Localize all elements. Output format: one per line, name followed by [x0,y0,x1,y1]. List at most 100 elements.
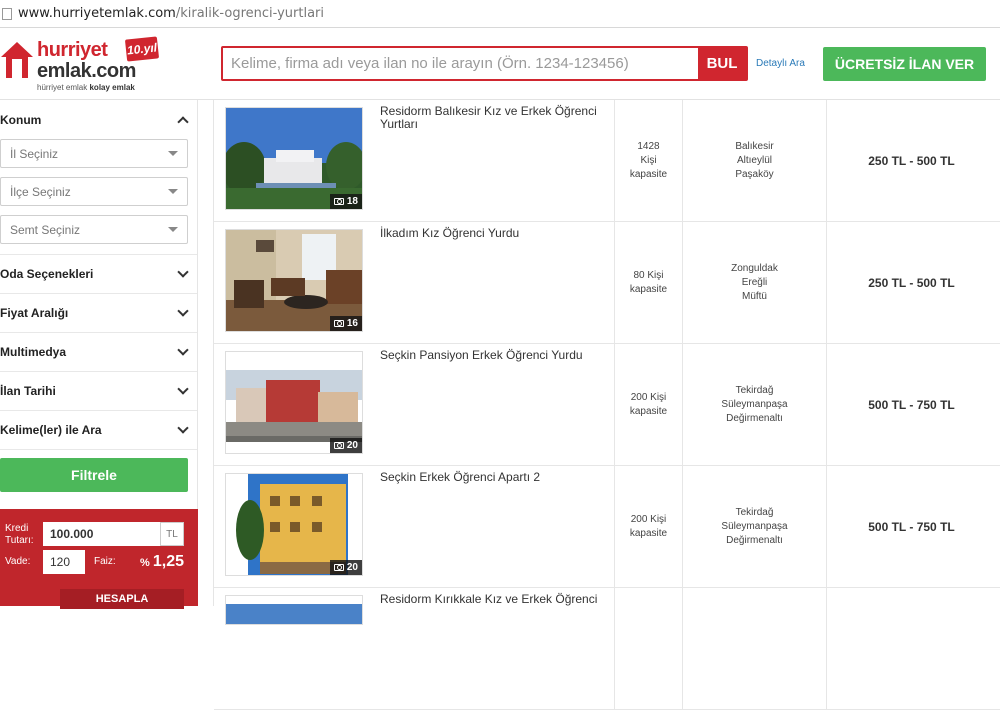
filter-section-label: Fiyat Aralığı [0,306,69,320]
filter-keyword-search[interactable]: Kelime(ler) ile Ara [0,411,197,450]
camera-icon [333,198,344,205]
listing-photo[interactable]: 16 [225,229,363,332]
listing-capacity: 1428 Kişi kapasite [614,100,682,222]
interest-rate-value: 1,25 [152,553,184,570]
camera-icon [333,320,344,327]
logo-text-emlak: emlak.com [37,60,136,82]
location-district: Süleymanpaşa [721,521,788,532]
listing-title[interactable]: Residorm Kırıkkale Kız ve Erkek Öğrenci [380,593,610,606]
capacity-line: 1428 [637,141,660,152]
photo-count-badge: 20 [329,438,362,453]
post-free-ad-button[interactable]: ÜCRETSİZ İLAN VER [823,47,986,81]
listing-row[interactable]: 18 Residorm Balıkesir Kız ve Erkek Öğren… [214,100,1000,222]
location-neighborhood: Değirmenaltı [726,413,783,424]
neighborhood-select-value: Semt Seçiniz [10,222,81,237]
capacity-line: 200 Kişi [630,514,667,525]
credit-amount-label-line1: Kredi [5,523,29,534]
listing-capacity: 200 Kişi kapasite [614,344,682,466]
listing-location: Tekirdağ Süleymanpaşa Değirmenaltı [682,344,826,466]
camera-icon [333,564,344,571]
listing-row[interactable]: Residorm Kırıkkale Kız ve Erkek Öğrenci [214,588,1000,710]
browser-address-bar[interactable]: www.hurriyetemlak.com/kiralik-ogrenci-yu… [0,0,1000,28]
location-filter-body: İl Seçiniz İlçe Seçiniz Semt Seçiniz [0,139,197,255]
anniversary-badge: 10.yıl [124,36,160,62]
listing-photo[interactable]: 20 [225,473,363,576]
filter-location-header[interactable]: Konum [0,100,197,139]
chevron-up-icon [177,115,189,128]
logo-tagline: hürriyet emlak kolay emlak [37,83,135,92]
search-box: BUL [221,46,748,81]
term-input[interactable]: 120 [43,550,85,574]
listing-photo[interactable]: 20 [225,351,363,454]
location-neighborhood: Değirmenaltı [726,535,783,546]
filter-multimedia[interactable]: Multimedya [0,333,197,372]
detailed-search-link[interactable]: Detaylı Ara [756,58,805,69]
filter-section-label: İlan Tarihi [0,384,56,398]
district-select[interactable]: İlçe Seçiniz [0,177,188,206]
filter-section-label: Oda Seçenekleri [0,267,94,281]
interest-rate: % 1,25 [140,553,184,571]
location-district: Süleymanpaşa [721,399,788,410]
listing-price: 500 TL - 750 TL [826,344,996,466]
site-logo[interactable]: hurriyet emlak.com 10.yıl hürriyet emlak… [0,36,160,94]
photo-count-badge: 16 [329,316,362,331]
listing-photo[interactable] [225,595,363,625]
location-city: Zonguldak [731,263,778,274]
interest-label: Faiz: [94,556,116,567]
photo-count-badge: 18 [329,194,362,209]
city-select[interactable]: İl Seçiniz [0,139,188,168]
url-path: /kiralik-ogrenci-yurtlari [175,6,324,21]
listing-title[interactable]: Seçkin Pansiyon Erkek Öğrenci Yurdu [380,349,610,362]
location-city: Tekirdağ [735,507,774,518]
capacity-line: 200 Kişi [630,392,667,403]
dropdown-caret-icon [168,189,178,194]
listing-price [826,588,996,710]
capacity-line: kapasite [629,528,668,539]
listing-price: 500 TL - 750 TL [826,466,996,588]
credit-calculator: Kredi Tutarı: 100.000 TL Vade: 120 Faiz: … [0,509,198,609]
filter-room-options[interactable]: Oda Seçenekleri [0,255,197,294]
neighborhood-select[interactable]: Semt Seçiniz [0,215,188,244]
listing-row[interactable]: 20 Seçkin Erkek Öğrenci Apartı 2 200 Kiş… [214,466,1000,588]
logo-text-hurriyet: hurriyet [37,39,108,61]
logo-tagline-plain: hürriyet emlak [37,83,88,92]
site-header: hurriyet emlak.com 10.yıl hürriyet emlak… [0,28,1000,100]
filter-price-range[interactable]: Fiyat Aralığı [0,294,197,333]
url-text[interactable]: www.hurriyetemlak.com/kiralik-ogrenci-yu… [18,6,324,21]
chevron-down-icon [177,383,189,395]
search-button[interactable]: BUL [698,48,746,79]
listing-location: Zonguldak Ereğli Müftü [682,222,826,344]
capacity-line: kapasite [629,284,668,295]
credit-amount-input[interactable]: 100.000 [43,522,160,546]
listing-row[interactable]: 16 İlkadım Kız Öğrenci Yurdu 80 Kişi kapa… [214,222,1000,344]
calculate-button[interactable]: HESAPLA [60,589,184,609]
credit-amount-label: Kredi Tutarı: [5,523,34,547]
photo-count-value: 16 [346,318,358,329]
listing-title[interactable]: Seçkin Erkek Öğrenci Apartı 2 [380,471,610,484]
photo-count-value: 20 [346,440,358,451]
location-neighborhood: Müftü [741,291,767,302]
district-select-value: İlçe Seçiniz [10,184,71,199]
term-label: Vade: [5,556,31,567]
location-neighborhood: Paşaköy [735,169,774,180]
listing-price: 250 TL - 500 TL [826,222,996,344]
filter-listing-date[interactable]: İlan Tarihi [0,372,197,411]
location-city: Balıkesir [735,141,774,152]
chevron-down-icon [177,305,189,317]
credit-amount-label-line2: Tutarı: [5,535,34,546]
apply-filter-button[interactable]: Filtrele [0,458,188,492]
listing-photo[interactable]: 18 [225,107,363,210]
listing-title[interactable]: Residorm Balıkesir Kız ve Erkek Öğrenci … [380,105,610,131]
listing-capacity: 200 Kişi kapasite [614,466,682,588]
capacity-line: kapasite [629,169,668,180]
interest-rate-prefix: % [140,557,150,569]
listing-results: 18 Residorm Balıkesir Kız ve Erkek Öğren… [213,100,1000,710]
search-input[interactable] [223,48,698,79]
location-district: Altıeylül [736,155,772,166]
chevron-down-icon [177,422,189,434]
listing-row[interactable]: 20 Seçkin Pansiyon Erkek Öğrenci Yurdu 2… [214,344,1000,466]
listing-capacity [614,588,682,710]
listing-title[interactable]: İlkadım Kız Öğrenci Yurdu [380,227,610,240]
location-district: Ereğli [741,277,768,288]
camera-icon [333,442,344,449]
